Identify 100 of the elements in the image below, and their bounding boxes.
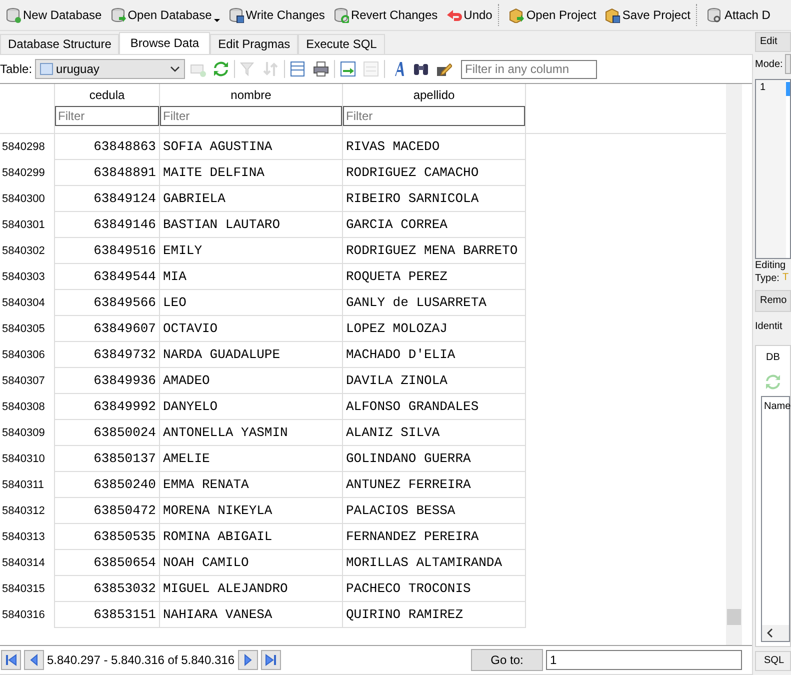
database-icon (110, 7, 126, 23)
page-range-text: 5.840.297 - 5.840.316 of 5.840.316 (47, 653, 234, 667)
table-cell: ANTUNEZ FERREIRA (342, 472, 526, 498)
row-number: 5840301 (1, 219, 45, 231)
toolbar-button[interactable]: Write Changes (222, 2, 328, 28)
table-cell: 63849936 (54, 368, 159, 394)
identity-label: Identit (755, 320, 784, 333)
row-number: 5840302 (1, 245, 45, 257)
table-cell: 63849146 (54, 212, 159, 238)
table-cell: 63850472 (54, 498, 159, 524)
toolbar-button[interactable]: Open Database (104, 2, 223, 28)
next-page-icon (242, 654, 254, 666)
box-icon (508, 7, 524, 23)
table-cell: 63850535 (54, 524, 159, 550)
database-icon (706, 7, 722, 23)
type-value: T (782, 272, 789, 285)
table-cell: ALANIZ SILVA (342, 420, 526, 446)
toolbar-button[interactable]: Attach D (701, 2, 774, 28)
go-to-button[interactable]: Go to: (471, 649, 543, 671)
last-page-button[interactable] (260, 650, 280, 670)
table-icon (40, 63, 54, 75)
row-number: 5840300 (1, 193, 45, 205)
filter-field[interactable]: Filter in any column (461, 60, 598, 78)
table-cell: 63848891 (54, 160, 159, 186)
table-select[interactable]: uruguay (35, 59, 186, 79)
table-cell: 63848863 (54, 134, 159, 160)
binoculars-icon (413, 61, 430, 77)
table-cell: EMMA RENATA (159, 472, 342, 498)
table-cell: AMELIE (159, 446, 342, 472)
table-cell: NOAH CAMILO (159, 550, 342, 576)
row-number: 5840309 (1, 427, 45, 439)
toolbar-icon-button[interactable] (311, 59, 332, 79)
row-number: 5840313 (1, 531, 45, 543)
table-cell: GABRIELA (159, 186, 342, 212)
tab[interactable]: Browse Data (119, 32, 210, 54)
table-cell: RODRIGUEZ MENA BARRETO (342, 238, 526, 264)
table-cell: 63849544 (54, 264, 159, 290)
table-cell: PALACIOS BESSA (342, 498, 526, 524)
printer-icon (313, 61, 330, 77)
previous-page-button[interactable] (24, 650, 44, 670)
tab[interactable]: Edit Pragmas (210, 34, 298, 54)
funnel-icon (240, 61, 256, 77)
row-number: 5840303 (1, 271, 45, 283)
toolbar-button[interactable]: Undo (440, 2, 496, 28)
column-header[interactable]: Name (762, 397, 789, 416)
table-label: Table: (0, 62, 32, 76)
table-cell: RODRIGUEZ CAMACHO (342, 160, 526, 186)
toolbar-button[interactable]: Revert Changes (328, 2, 441, 28)
table-cell: MAITE DELFINA (159, 160, 342, 186)
text-cursor (786, 82, 790, 96)
table-cell: MACHADO D'ELIA (342, 342, 526, 368)
row-number: 5840306 (1, 349, 45, 361)
tab[interactable]: Execute SQL (298, 34, 385, 54)
pencil-icon (436, 61, 452, 77)
table-cell: DAVILA ZINOLA (342, 368, 526, 394)
vertical-scrollbar[interactable] (726, 84, 742, 645)
toolbar-button[interactable]: Save Project (599, 2, 694, 28)
previous-page-icon (28, 654, 40, 666)
table-cell: MIA (159, 264, 342, 290)
table-cell: 63850024 (54, 420, 159, 446)
table-cell: FERNANDEZ PEREIRA (342, 524, 526, 550)
table-cell: 63853032 (54, 576, 159, 602)
tab[interactable]: SQL (755, 651, 791, 671)
table-delete-icon (363, 61, 380, 77)
tab[interactable]: DB (761, 346, 790, 372)
table-cell: MORILLAS ALTAMIRANDA (342, 550, 526, 576)
row-number: 5840304 (1, 297, 45, 309)
filter-field[interactable]: Filter (55, 106, 159, 126)
filter-field[interactable]: Filter (160, 106, 342, 126)
table-cell: BASTIAN LAUTARO (159, 212, 342, 238)
toolbar-button[interactable]: Open Project (503, 2, 600, 28)
table-cell: 63853151 (54, 602, 159, 628)
table-cell: 63849516 (54, 238, 159, 264)
table-cell: ROMINA ABIGAIL (159, 524, 342, 550)
filter-field[interactable]: Filter (343, 106, 525, 126)
table-cell: LOPEZ MOLOZAJ (342, 316, 526, 342)
row-number: 5840308 (1, 401, 45, 413)
remote-panel-title: Remo (755, 290, 791, 312)
table-cell: GARCIA CORREA (342, 212, 526, 238)
refresh-icon (213, 61, 230, 77)
table-cell: 63849566 (54, 290, 159, 316)
row-number: 5840311 (1, 479, 44, 491)
table-cell: MIGUEL ALEJANDRO (159, 576, 342, 602)
table-cell: SOFIA AGUSTINA (159, 134, 342, 160)
table-insert-icon (340, 61, 356, 77)
go-to-field[interactable]: 1 (546, 650, 742, 670)
chevron-down-icon (170, 66, 180, 72)
next-page-button[interactable] (238, 650, 258, 670)
file-list[interactable]: Name (761, 396, 790, 642)
table-cell: 63849607 (54, 316, 159, 342)
chevron-left-icon (766, 628, 774, 638)
row-number: 5840314 (1, 557, 45, 569)
refresh-icon (765, 374, 781, 390)
table-cell: 63850654 (54, 550, 159, 576)
first-page-button[interactable] (1, 650, 21, 670)
toolbar-button[interactable]: New Database (0, 2, 105, 28)
tab[interactable]: Database Structure (0, 34, 120, 54)
horizontal-scrollbar[interactable] (762, 625, 789, 641)
box-icon (604, 7, 620, 23)
text-editor[interactable]: 1 (755, 79, 791, 259)
